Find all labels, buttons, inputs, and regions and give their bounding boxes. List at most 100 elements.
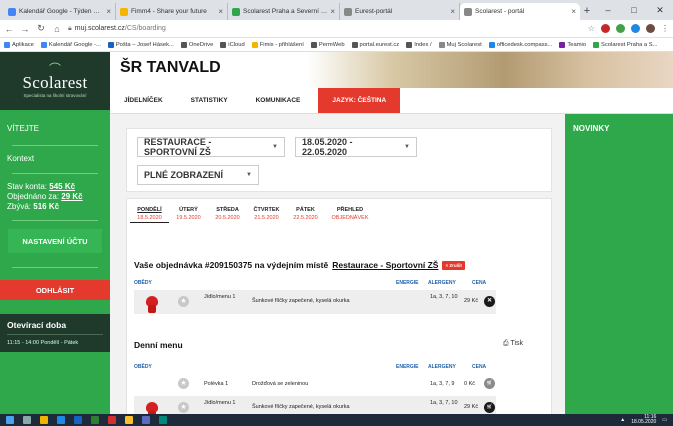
restaurant-select[interactable]: RESTAURACE - SPORTOVNÍ ZŠ ▼ (137, 137, 285, 157)
week-select[interactable]: 18.05.2020 - 22.05.2020 ▼ (295, 137, 417, 157)
windows-start-icon[interactable] (6, 416, 14, 424)
app-icon[interactable] (159, 416, 167, 424)
day-tab[interactable]: PÁTEK 22.5.2020 (286, 206, 325, 223)
web-page: ⌒ Scolarest Specialista na školní stravo… (0, 52, 673, 414)
extension-icon[interactable] (631, 24, 640, 33)
logout-button[interactable]: ODHLÁSIT (0, 280, 110, 300)
close-tab-icon[interactable]: × (106, 7, 111, 16)
bookmark-favicon-icon (107, 41, 114, 48)
account-summary: Stav konta: 545 Kč Objednáno za: 29 Kč Z… (0, 182, 110, 212)
bookmark-item[interactable]: portal.eurest.cz (351, 41, 399, 48)
extension-icon[interactable] (616, 24, 625, 33)
browser-tab-scolarest-portal[interactable]: Scolarest - portál × (460, 3, 580, 20)
forward-icon[interactable]: → (20, 24, 30, 34)
reload-icon[interactable]: ↻ (36, 23, 46, 34)
meal-allergens: 1a, 3, 7, 9 (430, 381, 455, 387)
bookmark-label: Fimis - přihlášení (259, 41, 304, 48)
day-name: PÁTEK (296, 207, 315, 213)
day-tab[interactable]: PŘEHLED OBJEDNÁVEK (325, 206, 375, 223)
excel-icon[interactable] (91, 416, 99, 424)
language-selector[interactable]: JAZYK: ČEŠTINA (318, 88, 401, 113)
view-select[interactable]: PLNÉ ZOBRAZENÍ ▼ (137, 165, 259, 185)
logo-tagline: Specialista na školní stravování (23, 92, 87, 98)
new-tab-button[interactable]: + (580, 3, 594, 20)
bookmark-item[interactable]: Scolarest Praha a S... (593, 41, 657, 48)
browser-tab-fimm4[interactable]: Fimm4 - Share your future × (116, 3, 228, 20)
extension-icon[interactable] (601, 24, 610, 33)
app-icon[interactable] (142, 416, 150, 424)
minimize-button[interactable]: – (595, 5, 621, 15)
logo-name: Scolarest (22, 72, 88, 92)
bookmark-item[interactable]: officedesk.compass... (488, 41, 552, 48)
notifications-icon[interactable]: ▭ (662, 417, 667, 423)
menu-dots-icon[interactable]: ⋮ (661, 24, 669, 33)
profile-avatar-icon[interactable] (646, 24, 655, 33)
remove-order-icon[interactable]: ✕ (484, 296, 495, 307)
close-window-button[interactable]: ✕ (647, 5, 673, 16)
opening-hours-title: Otevírací doba (7, 320, 67, 330)
meal-name: Šunkové flíčky zapečené, kyselá okurka (252, 404, 350, 410)
favorite-star-icon[interactable]: ★ (178, 296, 189, 307)
order-place-link[interactable]: Restaurace - Sportovní ZŠ (332, 260, 438, 270)
nav-communication[interactable]: KOMUNIKACE (242, 88, 315, 113)
home-icon[interactable]: ⌂ (52, 24, 62, 34)
search-icon[interactable] (23, 416, 31, 424)
star-bookmark-icon[interactable]: ☆ (588, 24, 595, 33)
day-tab[interactable]: PONDĚLÍ 18.5.2020 (130, 206, 169, 223)
cart-icon[interactable]: 🛒︎ (484, 402, 495, 413)
bookmark-item[interactable]: Aplikace (4, 41, 34, 48)
account-settings-button[interactable]: NASTAVENÍ ÚČTU (8, 229, 102, 253)
file-explorer-icon[interactable] (40, 416, 48, 424)
logo[interactable]: ⌒ Scolarest Specialista na školní stravo… (0, 52, 110, 110)
bookmark-item[interactable]: OneDrive (180, 41, 213, 48)
maximize-button[interactable]: □ (621, 5, 647, 15)
outlook-icon[interactable] (74, 416, 82, 424)
tab-title: Eurest-portál (355, 8, 393, 15)
bookmark-item[interactable]: Pošta – Josef Hásek... (107, 41, 174, 48)
chrome-icon[interactable] (108, 416, 116, 424)
nav-menu[interactable]: JÍDELNÍČEK (110, 88, 177, 113)
edge-icon[interactable] (57, 416, 65, 424)
cart-icon[interactable]: 🛒︎ (484, 378, 495, 389)
bookmark-item[interactable]: Teamio (559, 41, 586, 48)
browser-tab-eurest[interactable]: Eurest-portál × (340, 3, 460, 20)
close-tab-icon[interactable]: × (218, 7, 223, 16)
network-icon[interactable]: ▲ (620, 417, 625, 423)
meal-allergens: 1a, 3, 7, 10 (430, 400, 458, 406)
print-button[interactable]: ⎙ Tisk (503, 340, 523, 348)
close-tab-icon[interactable]: × (330, 7, 335, 16)
bookmark-item[interactable]: PermWeb (310, 41, 345, 48)
col-price: CENA (472, 364, 487, 370)
url-field[interactable]: 🔒︎ muj.scolarest.cz/CS/boarding (68, 25, 582, 33)
favorite-star-icon[interactable]: ★ (178, 402, 189, 413)
clock[interactable]: 11:16 18.05.2020 (631, 415, 656, 425)
cancel-order-button[interactable]: × Zrušit (442, 260, 465, 270)
browser-tab-scolarest-praha[interactable]: Scolarest Praha a Severní Čechy× (228, 3, 340, 20)
balance-value[interactable]: 545 Kč (49, 182, 75, 191)
caret-down-icon: ▼ (272, 144, 278, 150)
context-link[interactable]: Kontext (0, 154, 110, 163)
bookmark-favicon-icon (251, 41, 258, 48)
close-tab-icon[interactable]: × (571, 7, 576, 16)
bookmark-item[interactable]: Kalendář Google -... (40, 41, 101, 48)
day-tab[interactable]: STŘEDA 20.5.2020 (208, 206, 247, 223)
bookmark-favicon-icon (180, 41, 187, 48)
order-title: Vaše objednávka #209150375 na výdejním m… (134, 260, 465, 270)
day-tab[interactable]: ČTVRTEK 21.5.2020 (247, 206, 286, 223)
back-icon[interactable]: ← (4, 24, 14, 34)
favorite-star-icon[interactable]: ★ (178, 378, 189, 389)
browser-tab-calendar[interactable]: Kalendář Google - Týden od 11. k× (4, 3, 116, 20)
print-label: Tisk (510, 340, 524, 347)
bookmark-item[interactable]: Muj Scolarest (438, 41, 482, 48)
bookmark-item[interactable]: iCloud (220, 41, 245, 48)
close-tab-icon[interactable]: × (450, 7, 455, 16)
col-allergens: ALERGENY (428, 280, 456, 286)
bookmark-favicon-icon (220, 41, 227, 48)
day-tab[interactable]: ÚTERÝ 19.5.2020 (169, 206, 208, 223)
bookmark-item[interactable]: Fimis - přihlášení (251, 41, 304, 48)
ordered-value[interactable]: 29 Kč (61, 192, 82, 201)
app-icon[interactable] (125, 416, 133, 424)
bookmark-item[interactable]: Index / (406, 41, 432, 48)
order-row: ★ Jídlo/menu 1 Šunkové flíčky zapečené, … (134, 290, 496, 314)
nav-statistics[interactable]: STATISTIKY (177, 88, 242, 113)
